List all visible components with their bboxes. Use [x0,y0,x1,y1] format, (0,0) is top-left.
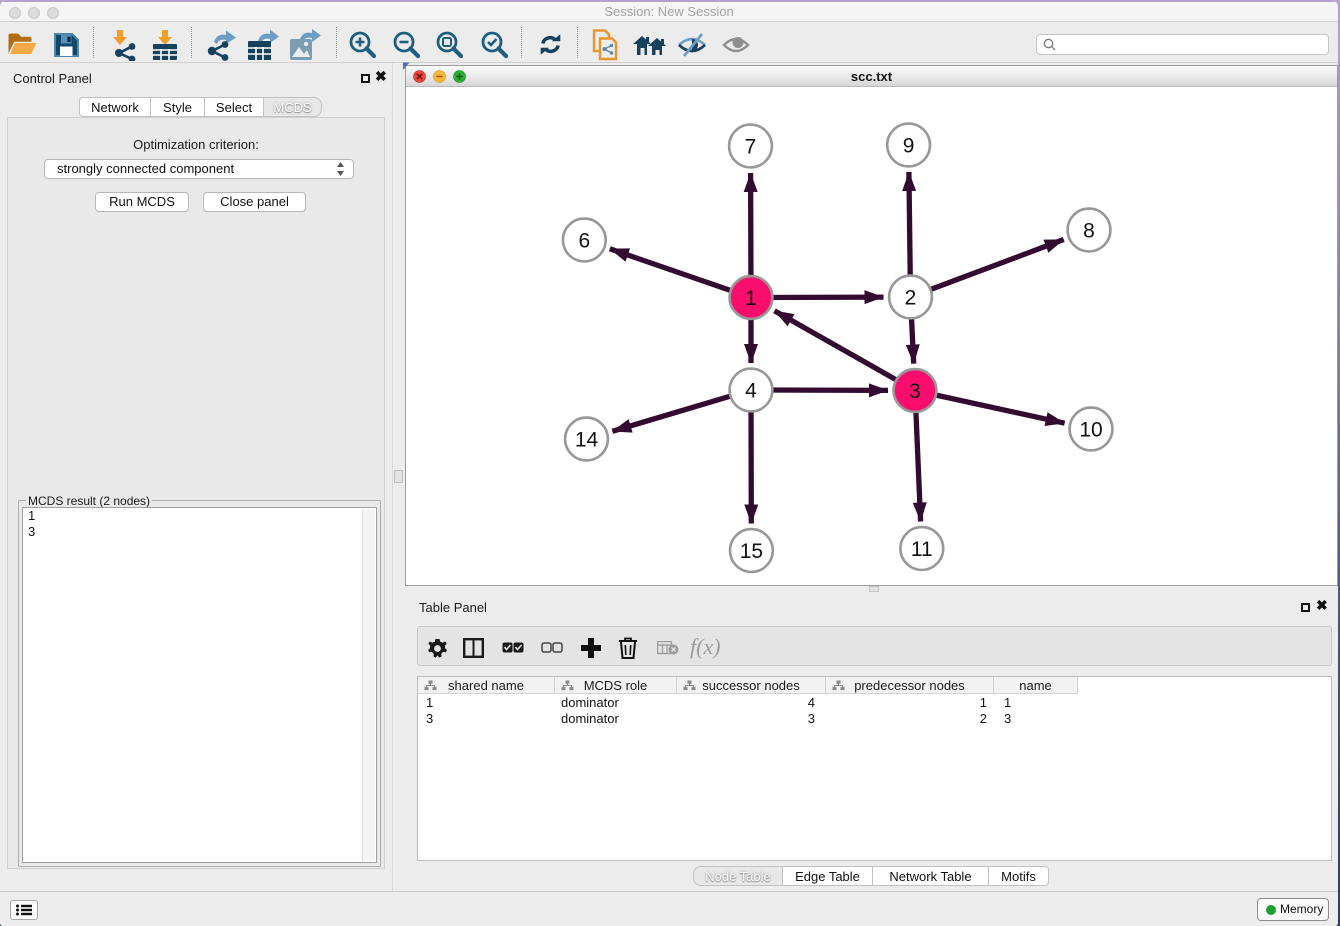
svg-text:6: 6 [578,230,590,253]
svg-text:10: 10 [1079,419,1102,442]
svg-text:7: 7 [745,136,757,159]
svg-text:14: 14 [575,429,599,452]
svg-text:11: 11 [911,538,933,561]
svg-text:3: 3 [909,380,921,403]
svg-text:4: 4 [745,380,757,403]
svg-text:9: 9 [903,135,915,158]
svg-text:2: 2 [905,287,917,310]
svg-text:8: 8 [1083,220,1095,243]
svg-text:1: 1 [745,287,757,310]
svg-text:15: 15 [740,540,763,563]
